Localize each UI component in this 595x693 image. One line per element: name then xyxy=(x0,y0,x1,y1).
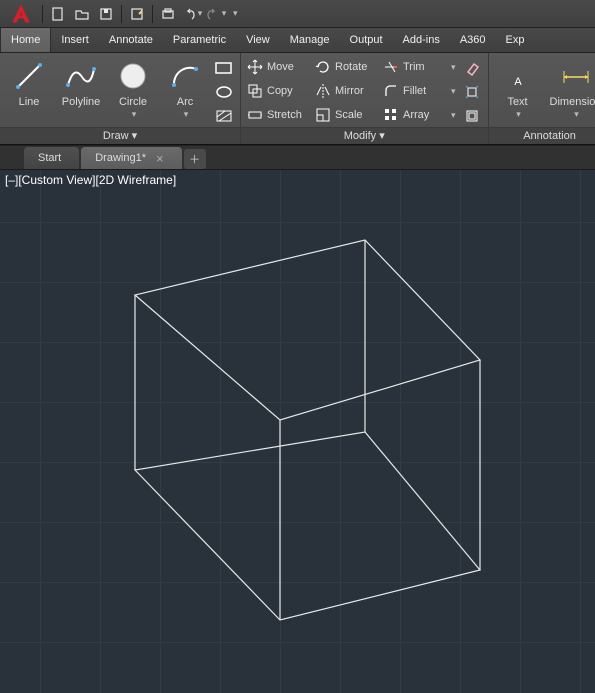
tab-drawing1[interactable]: Drawing1*× xyxy=(81,147,181,169)
ribbon: Line Polyline Circle▾ Arc▾ Draw ▾ xyxy=(0,53,595,145)
arc-label: Arc▾ xyxy=(177,96,194,120)
tab-output[interactable]: Output xyxy=(340,28,393,52)
undo-icon[interactable]: ▾ xyxy=(181,3,203,25)
text-button[interactable]: A Text▾ xyxy=(493,55,543,127)
circle-button[interactable]: Circle▾ xyxy=(108,55,158,127)
menu-bar: Home Insert Annotate Parametric View Man… xyxy=(0,28,595,53)
panel-title-annotation[interactable]: Annotation xyxy=(489,127,595,144)
dimension-label: Dimension▾ xyxy=(550,96,595,120)
qat-separator xyxy=(42,5,43,23)
tab-start[interactable]: Start xyxy=(24,147,79,169)
line-label: Line xyxy=(19,96,40,108)
tab-a360[interactable]: A360 xyxy=(450,28,496,52)
new-icon[interactable] xyxy=(47,3,69,25)
arc-button[interactable]: Arc▾ xyxy=(160,55,210,127)
rotate-button[interactable]: Rotate xyxy=(313,56,379,79)
tab-annotate[interactable]: Annotate xyxy=(99,28,163,52)
rectangle-icon[interactable] xyxy=(212,57,236,79)
open-icon[interactable] xyxy=(71,3,93,25)
tab-express[interactable]: Exp xyxy=(496,28,535,52)
erase-icon[interactable] xyxy=(460,57,484,79)
quick-access-toolbar: ▾ ▾ ▾ xyxy=(0,0,595,28)
mirror-button[interactable]: Mirror xyxy=(313,80,379,103)
panel-annotation: A Text▾ Dimension▾ Annotation xyxy=(489,53,595,144)
text-label: Text▾ xyxy=(507,96,527,120)
dimension-button[interactable]: Dimension▾ xyxy=(545,55,595,127)
qat-dropdown-icon[interactable]: ▾ xyxy=(233,8,238,19)
explode-icon[interactable] xyxy=(460,81,484,103)
chevron-down-icon: ▾ xyxy=(451,110,456,121)
tab-home[interactable]: Home xyxy=(0,28,51,52)
close-icon[interactable]: × xyxy=(156,151,164,166)
circle-label: Circle▾ xyxy=(119,96,147,120)
qat-separator xyxy=(152,5,153,23)
tab-manage[interactable]: Manage xyxy=(280,28,340,52)
chevron-down-icon: ▾ xyxy=(198,8,203,19)
move-button[interactable]: Move xyxy=(245,56,311,79)
app-logo[interactable] xyxy=(4,2,38,26)
drawing-canvas[interactable]: [–][Custom View][2D Wireframe] xyxy=(0,170,595,693)
save-icon[interactable] xyxy=(95,3,117,25)
panel-modify: Move Copy Stretch Rotate Mirror Scale Tr… xyxy=(241,53,489,144)
tab-insert[interactable]: Insert xyxy=(51,28,99,52)
scale-button[interactable]: Scale xyxy=(313,104,379,127)
array-button[interactable]: Array▾ xyxy=(381,104,458,127)
cube-wireframe xyxy=(0,170,595,693)
tab-addins[interactable]: Add-ins xyxy=(393,28,450,52)
copy-button[interactable]: Copy xyxy=(245,80,311,103)
qat-separator xyxy=(121,5,122,23)
panel-title-modify[interactable]: Modify ▾ xyxy=(241,127,488,144)
panel-title-draw[interactable]: Draw ▾ xyxy=(0,127,240,144)
saveas-icon[interactable] xyxy=(126,3,148,25)
ellipse-icon[interactable] xyxy=(212,81,236,103)
new-tab-button[interactable]: ＋ xyxy=(184,149,206,169)
redo-icon[interactable]: ▾ xyxy=(205,3,227,25)
chevron-down-icon: ▾ xyxy=(451,86,456,97)
polyline-button[interactable]: Polyline xyxy=(56,55,106,127)
chevron-down-icon: ▾ xyxy=(451,62,456,73)
tab-parametric[interactable]: Parametric xyxy=(163,28,236,52)
svg-text:A: A xyxy=(514,76,522,88)
chevron-down-icon: ▾ xyxy=(222,8,227,19)
panel-draw: Line Polyline Circle▾ Arc▾ Draw ▾ xyxy=(0,53,241,144)
line-button[interactable]: Line xyxy=(4,55,54,127)
trim-button[interactable]: Trim▾ xyxy=(381,56,458,79)
fillet-button[interactable]: Fillet▾ xyxy=(381,80,458,103)
offset-icon[interactable] xyxy=(460,105,484,127)
plot-icon[interactable] xyxy=(157,3,179,25)
document-tabs: Start Drawing1*× ＋ xyxy=(0,145,595,170)
tab-view[interactable]: View xyxy=(236,28,280,52)
stretch-button[interactable]: Stretch xyxy=(245,104,311,127)
hatch-icon[interactable] xyxy=(212,105,236,127)
polyline-label: Polyline xyxy=(62,96,101,108)
